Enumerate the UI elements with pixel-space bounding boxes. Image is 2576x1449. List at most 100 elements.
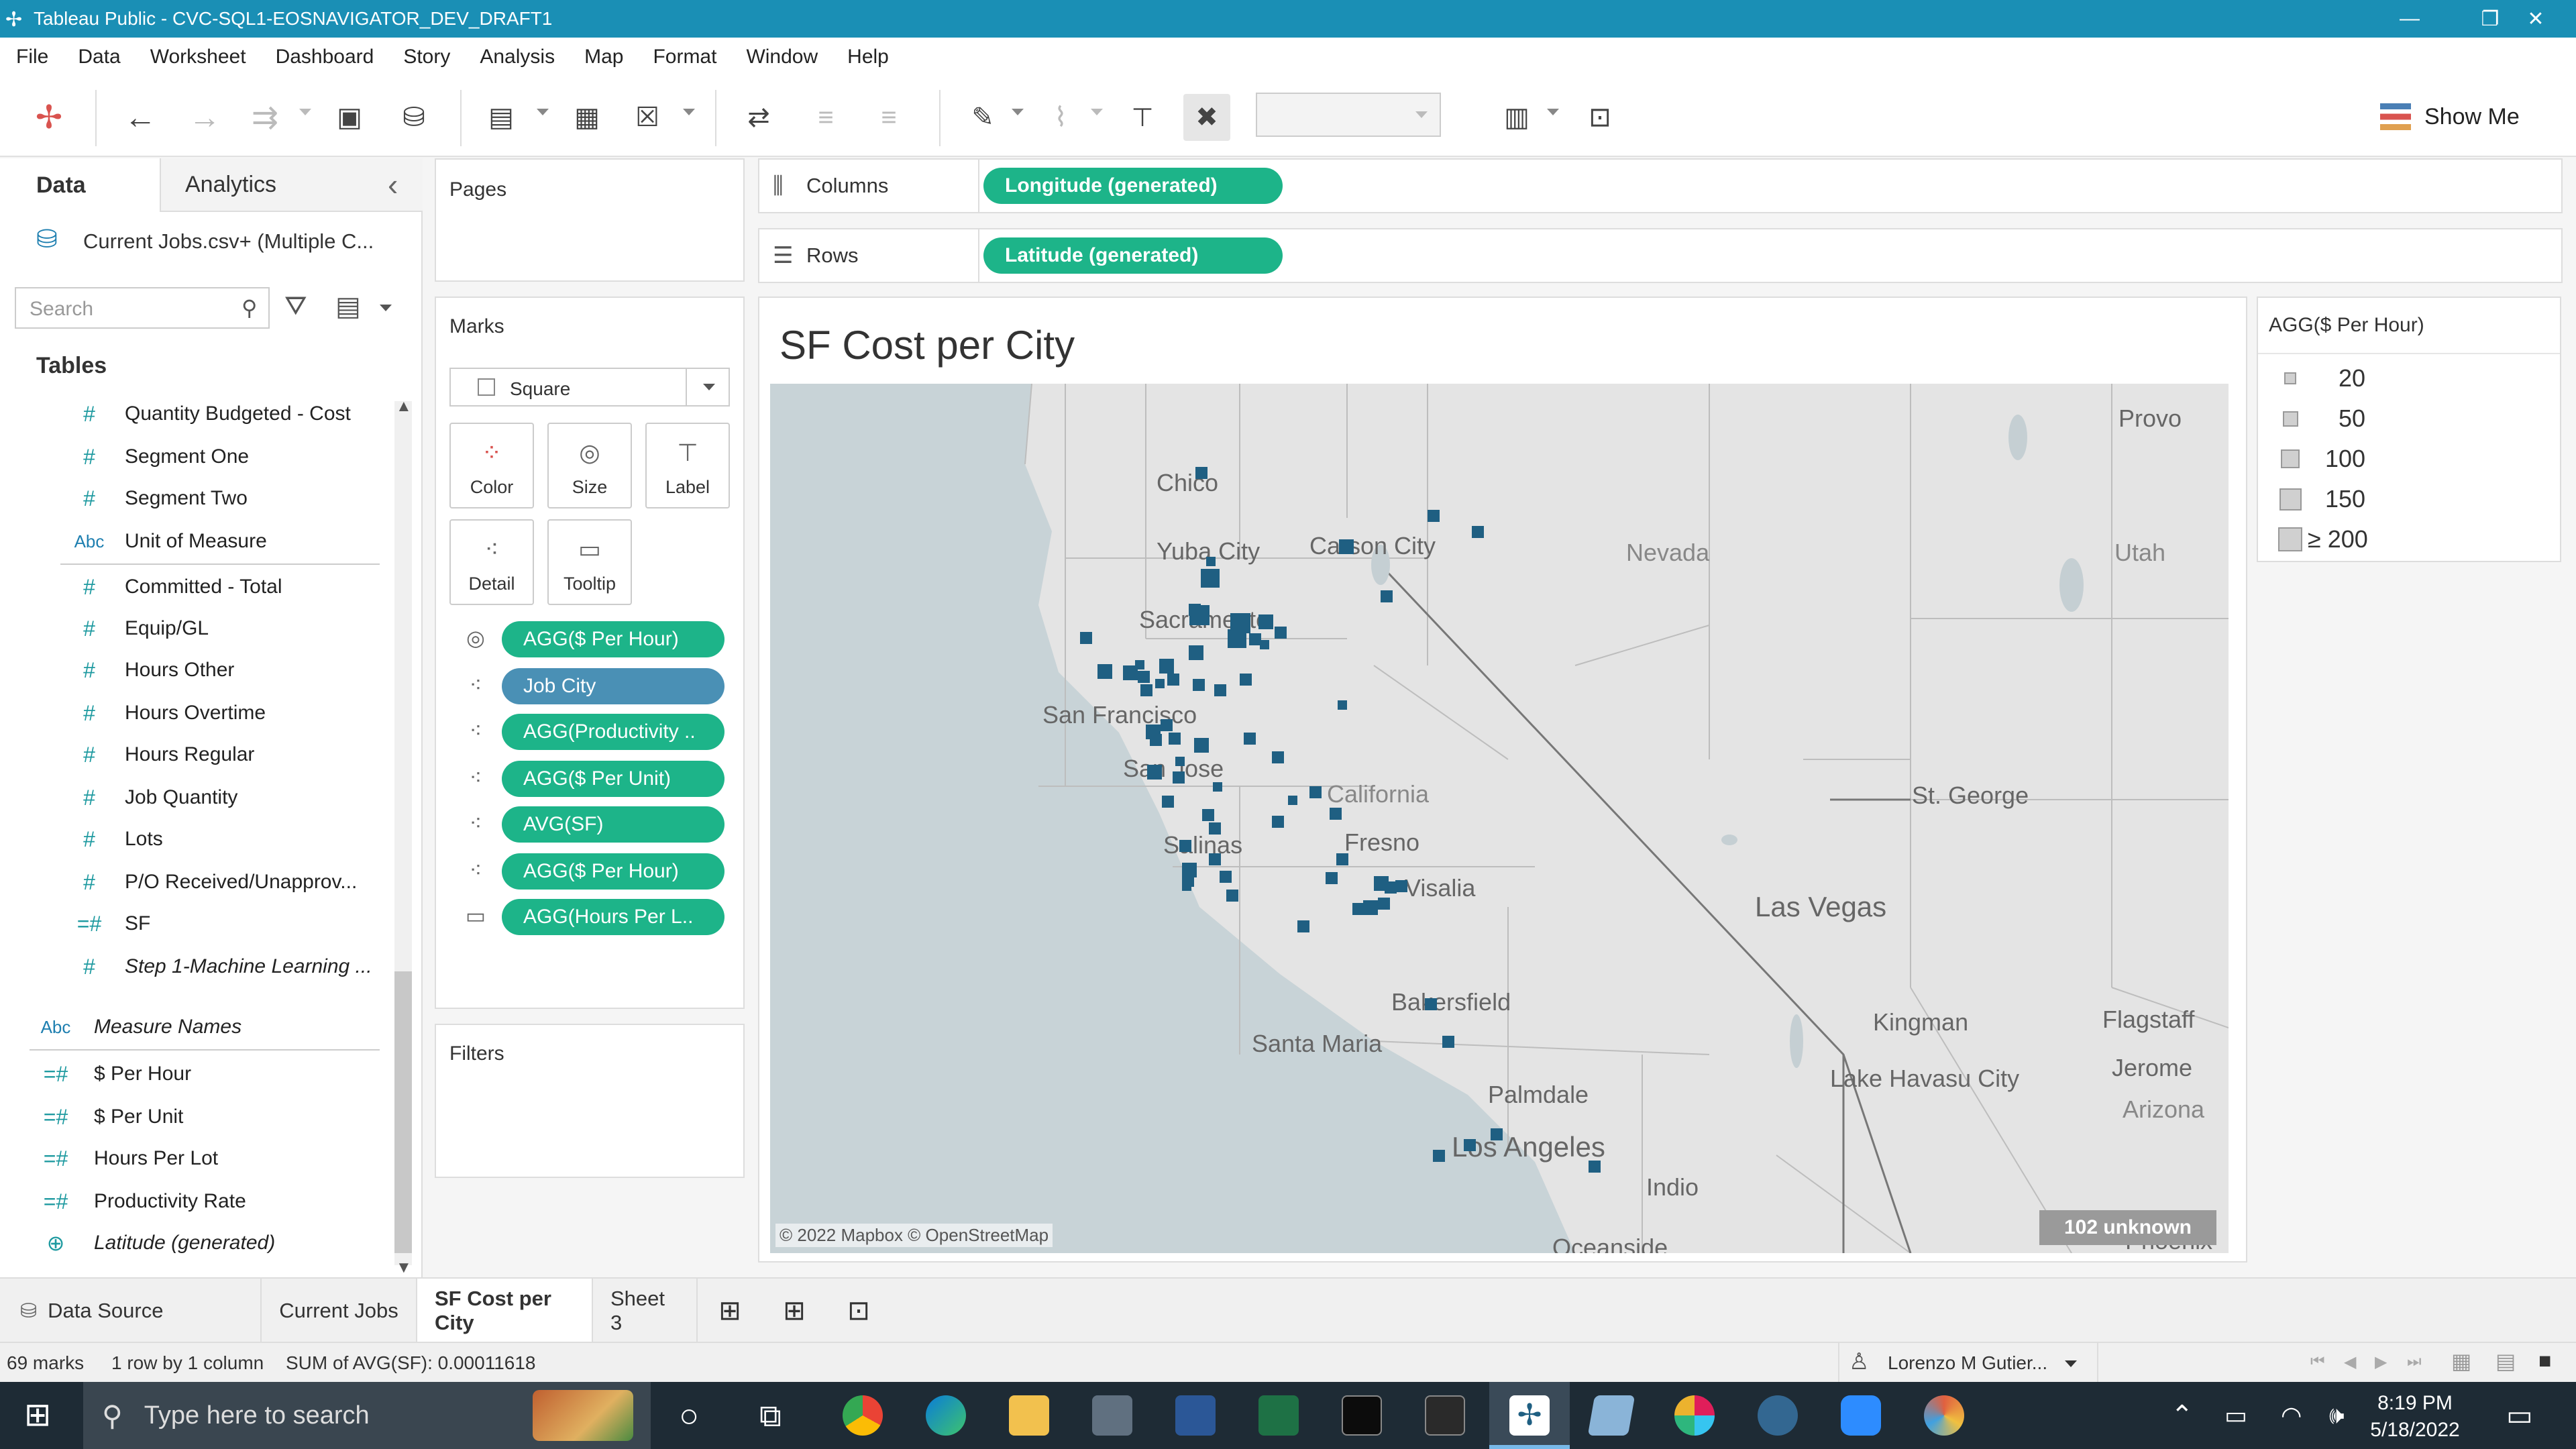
data-mark[interactable] [1385, 881, 1397, 894]
sort-ascending-icon[interactable]: ≡ [802, 94, 849, 141]
slack-icon[interactable] [1674, 1395, 1715, 1436]
marks-pill[interactable]: AGG($ Per Unit) [502, 761, 724, 797]
undo-icon[interactable]: ← [117, 94, 164, 141]
taskbar-clock[interactable]: 8:19 PM 5/18/2022 [2348, 1390, 2482, 1444]
data-mark[interactable] [1226, 890, 1238, 902]
scrollbar-thumb[interactable] [394, 971, 412, 1253]
detail-icon[interactable]: ⁖ [459, 765, 492, 790]
data-mark[interactable] [1272, 816, 1284, 828]
detail-icon[interactable]: ⁖ [459, 857, 492, 883]
view-dropdown-caret[interactable] [380, 305, 392, 311]
data-mark[interactable] [1297, 920, 1309, 932]
filter-icon[interactable]: ⛛ [284, 291, 307, 321]
sort-descending-icon[interactable]: ≡ [865, 94, 912, 141]
marks-pill[interactable]: AVG(SF) [502, 806, 724, 843]
highlight-icon[interactable]: ✎ [959, 94, 1006, 141]
excel-icon[interactable] [1258, 1395, 1299, 1436]
data-mark[interactable] [1258, 614, 1273, 629]
marks-pill[interactable]: AGG($ Per Hour) [502, 621, 724, 657]
data-mark[interactable] [1214, 684, 1226, 696]
detail-icon[interactable]: ⁖ [459, 718, 492, 743]
zoom-icon[interactable] [1841, 1395, 1881, 1436]
data-mark[interactable] [1173, 771, 1185, 784]
map-attribution[interactable]: © 2022 Mapbox © OpenStreetMap [775, 1224, 1053, 1247]
tabs-view-icon[interactable]: ■ [2538, 1348, 2551, 1373]
menu-help[interactable]: Help [847, 46, 889, 68]
field-item[interactable]: # Hours Overtime [0, 692, 389, 734]
duplicate-sheet-icon[interactable]: ▦ [564, 94, 610, 141]
data-mark[interactable] [1240, 674, 1252, 686]
new-datasource-icon[interactable]: ⛁ [390, 94, 437, 141]
chrome-icon[interactable] [843, 1395, 883, 1436]
data-mark[interactable] [1138, 671, 1150, 683]
data-mark[interactable] [1189, 605, 1210, 625]
sheet-nav-last-icon[interactable]: ⏭ [2407, 1352, 2422, 1371]
data-mark[interactable] [1363, 900, 1378, 915]
data-mark[interactable] [1288, 796, 1297, 805]
field-item[interactable]: =# Hours Per Lot [0, 1138, 389, 1179]
data-mark[interactable] [1395, 880, 1407, 892]
data-mark[interactable] [1433, 1150, 1445, 1162]
word-icon[interactable] [1175, 1395, 1216, 1436]
data-mark[interactable] [1193, 679, 1205, 691]
menu-window[interactable]: Window [746, 46, 818, 68]
data-mark[interactable] [1464, 1139, 1476, 1151]
field-item[interactable]: =# $ Per Unit [0, 1096, 389, 1138]
data-mark[interactable] [1338, 700, 1347, 710]
data-mark[interactable] [1201, 569, 1220, 588]
field-item[interactable]: # Segment One [0, 436, 389, 478]
rows-pill[interactable]: Latitude (generated) [983, 237, 1283, 274]
field-item[interactable]: # Quantity Budgeted - Cost [0, 393, 389, 435]
data-mark[interactable] [1336, 853, 1348, 865]
data-mark[interactable] [1244, 733, 1256, 745]
data-mark[interactable] [1175, 757, 1185, 766]
calculator-icon[interactable] [1092, 1395, 1132, 1436]
data-mark[interactable] [1472, 526, 1484, 538]
view-list-icon[interactable]: ▤ [335, 291, 361, 322]
data-mark[interactable] [1428, 510, 1440, 522]
data-mark[interactable] [1140, 684, 1152, 696]
data-mark[interactable] [1167, 674, 1179, 686]
search-input[interactable]: Search ⚲ [15, 287, 270, 329]
scroll-up-icon[interactable]: ▲ [396, 397, 412, 416]
field-item[interactable]: # Equip/GL [0, 608, 389, 649]
size-legend[interactable]: AGG($ Per Hour) 20 50 100 150 ≥ 200 [2257, 297, 2561, 562]
tab-data-source[interactable]: ⛁ Data Source [0, 1279, 262, 1343]
data-mark[interactable] [1209, 853, 1221, 865]
field-item[interactable]: Abc Unit of Measure [0, 521, 389, 562]
tooltip-button[interactable]: ▭ Tooltip [547, 519, 632, 605]
tab-analytics[interactable]: Analytics [160, 158, 423, 212]
legend-item[interactable]: 100 [2271, 439, 2540, 479]
battery-icon[interactable]: ▭ [2224, 1399, 2247, 1432]
wifi-icon[interactable]: ◠ [2281, 1399, 2302, 1432]
legend-item[interactable]: 50 [2271, 398, 2540, 439]
collapse-pane-icon[interactable]: ‹ [388, 166, 398, 203]
data-mark[interactable] [1195, 467, 1208, 479]
show-cards-icon[interactable]: ▥ [1493, 94, 1540, 141]
data-mark[interactable] [1272, 751, 1284, 763]
field-item[interactable]: # Step 1-Machine Learning ... [0, 946, 389, 987]
data-mark[interactable] [1202, 809, 1214, 821]
scroll-down-icon[interactable]: ▼ [396, 1258, 412, 1277]
tableau-home-icon[interactable]: ✢ [25, 94, 72, 141]
field-item[interactable]: # Segment Two [0, 478, 389, 519]
data-mark[interactable] [1209, 822, 1221, 835]
data-mark[interactable] [1213, 782, 1222, 792]
size-button[interactable]: ◎ Size [547, 423, 632, 508]
show-mark-labels-icon[interactable]: ⊤ [1119, 94, 1166, 141]
data-mark[interactable] [1155, 679, 1165, 688]
data-mark[interactable] [1080, 632, 1092, 644]
data-mark[interactable] [1169, 733, 1181, 745]
replay-dropdown-caret[interactable] [299, 109, 311, 115]
new-story-icon[interactable]: ⊡ [826, 1279, 891, 1343]
edge-icon[interactable] [926, 1395, 966, 1436]
scrollbar[interactable]: ▲ ▼ [394, 397, 412, 1277]
tab-sheet-3[interactable]: Sheet 3 [593, 1279, 698, 1343]
data-mark[interactable] [1260, 640, 1269, 649]
map-canvas[interactable]: Chico Yuba City Carson City Nevada Sacra… [770, 384, 2229, 1253]
marks-pill[interactable]: AGG($ Per Hour) [502, 853, 724, 890]
user-name[interactable]: Lorenzo M Gutier... [1888, 1352, 2047, 1374]
field-item[interactable]: # Hours Other [0, 649, 389, 691]
field-item[interactable]: # Committed - Total [0, 566, 389, 608]
data-mark[interactable] [1326, 872, 1338, 884]
